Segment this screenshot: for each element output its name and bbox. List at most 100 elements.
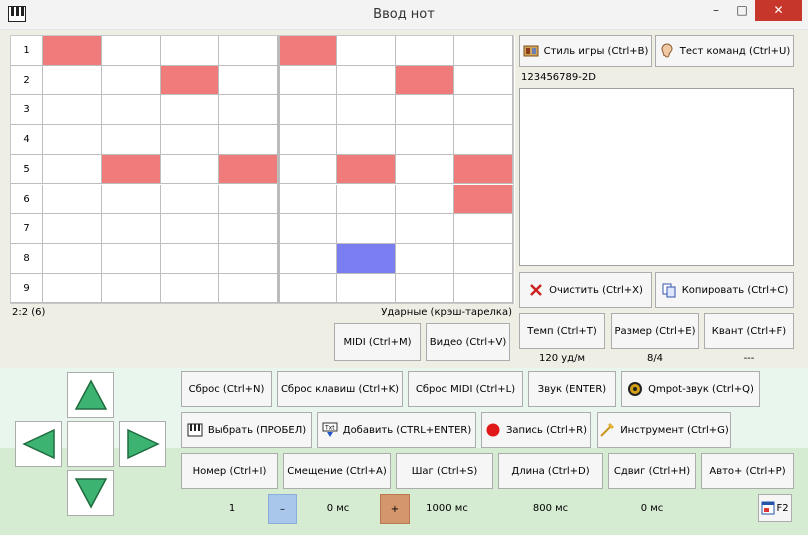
note-cell[interactable]	[160, 65, 220, 96]
grid-cell[interactable]	[160, 273, 220, 304]
right-arrow-button[interactable]	[119, 421, 166, 467]
grid-cell[interactable]	[395, 154, 455, 185]
copy-button[interactable]: Копировать (Ctrl+C)	[655, 272, 794, 308]
record-button[interactable]: Запись (Ctrl+R)	[481, 412, 591, 448]
grid-cell[interactable]	[395, 273, 455, 304]
grid-cell[interactable]	[278, 95, 337, 126]
grid-cell[interactable]	[454, 65, 513, 96]
grid-cell[interactable]	[278, 273, 337, 304]
minimize-button[interactable]: –	[703, 0, 729, 21]
offset-button[interactable]: Смещение (Ctrl+A)	[283, 453, 391, 489]
auto-plus-button[interactable]: Авто+ (Ctrl+P)	[701, 453, 794, 489]
play-style-button[interactable]: Стиль игры (Ctrl+B)	[519, 35, 652, 67]
quant-button[interactable]: Квант (Ctrl+F)	[704, 313, 794, 349]
grid-cell[interactable]	[454, 95, 513, 126]
grid-cell[interactable]	[219, 125, 278, 155]
maximize-button[interactable]: □	[729, 0, 755, 21]
left-arrow-button[interactable]	[15, 421, 62, 467]
grid-cell[interactable]	[336, 95, 396, 126]
note-cell[interactable]	[336, 154, 396, 185]
midi-button[interactable]: MIDI (Ctrl+M)	[334, 323, 421, 361]
note-cell[interactable]	[219, 154, 278, 185]
note-cell[interactable]	[395, 65, 455, 96]
shift-button[interactable]: Сдвиг (Ctrl+H)	[608, 453, 696, 489]
grid-cell[interactable]	[101, 65, 161, 96]
grid-cell[interactable]	[101, 214, 161, 244]
grid-cell[interactable]	[395, 243, 455, 274]
grid-cell[interactable]	[278, 184, 337, 215]
grid-cell[interactable]	[43, 214, 102, 244]
grid-cell[interactable]	[219, 65, 278, 96]
grid-cell[interactable]	[278, 243, 337, 274]
grid-cell[interactable]	[336, 273, 396, 304]
reset-button[interactable]: Сброс (Ctrl+N)	[181, 371, 272, 407]
grid-cell[interactable]	[101, 95, 161, 126]
grid-cell[interactable]	[395, 214, 455, 244]
grid-cell[interactable]	[43, 273, 102, 304]
grid-cell[interactable]	[43, 154, 102, 185]
test-commands-button[interactable]: Тест команд (Ctrl+U)	[655, 35, 794, 67]
reset-midi-button[interactable]: Сброс MIDI (Ctrl+L)	[408, 371, 523, 407]
note-cell[interactable]	[454, 154, 513, 185]
grid-cell[interactable]	[336, 184, 396, 215]
grid-cell[interactable]	[43, 125, 102, 155]
center-pad-button[interactable]	[67, 421, 114, 467]
video-button[interactable]: Видео (Ctrl+V)	[426, 323, 510, 361]
grid-cell[interactable]	[278, 125, 337, 155]
up-arrow-button[interactable]	[67, 372, 114, 418]
f2-button[interactable]: F2	[758, 494, 792, 522]
grid-cell[interactable]	[43, 184, 102, 215]
grid-cell[interactable]	[278, 214, 337, 244]
grid-cell[interactable]	[336, 36, 396, 66]
grid-cell[interactable]	[278, 65, 337, 96]
close-button[interactable]: ✕	[755, 0, 802, 21]
note-cell[interactable]	[101, 154, 161, 185]
sound-button[interactable]: Звук (ENTER)	[528, 371, 616, 407]
grid-cell[interactable]	[336, 214, 396, 244]
commands-textbox[interactable]	[519, 88, 794, 266]
note-cell[interactable]	[278, 36, 337, 66]
step-button[interactable]: Шаг (Ctrl+S)	[396, 453, 493, 489]
grid-cell[interactable]	[395, 36, 455, 66]
grid-cell[interactable]	[160, 214, 220, 244]
grid-cell[interactable]	[336, 65, 396, 96]
grid-cell[interactable]	[219, 214, 278, 244]
grid-cell[interactable]	[160, 36, 220, 66]
grid-cell[interactable]	[101, 184, 161, 215]
grid-cell[interactable]	[160, 154, 220, 185]
note-cell[interactable]	[454, 184, 513, 215]
plus-button[interactable]: +	[380, 494, 410, 524]
instrument-button[interactable]: Инструмент (Ctrl+G)	[597, 412, 731, 448]
grid-cell[interactable]	[101, 243, 161, 274]
select-button[interactable]: Выбрать (ПРОБЕЛ)	[181, 412, 312, 448]
grid-cell[interactable]	[395, 95, 455, 126]
grid-cell[interactable]	[160, 125, 220, 155]
grid-cell[interactable]	[43, 65, 102, 96]
grid-cell[interactable]	[454, 36, 513, 66]
minus-button[interactable]: –	[268, 494, 297, 524]
grid-cell[interactable]	[101, 273, 161, 304]
grid-cell[interactable]	[219, 273, 278, 304]
grid-cell[interactable]	[101, 36, 161, 66]
grid-cell[interactable]	[160, 243, 220, 274]
number-button[interactable]: Номер (Ctrl+I)	[181, 453, 278, 489]
reset-keys-button[interactable]: Сброс клавиш (Ctrl+K)	[277, 371, 403, 407]
grid-cell[interactable]	[101, 125, 161, 155]
grid-cell[interactable]	[160, 95, 220, 126]
grid-cell[interactable]	[219, 243, 278, 274]
qmpot-sound-button[interactable]: Qmpot-звук (Ctrl+Q)	[621, 371, 760, 407]
down-arrow-button[interactable]	[67, 470, 114, 516]
note-grid[interactable]: 123456789	[10, 35, 514, 304]
grid-cell[interactable]	[454, 214, 513, 244]
length-button[interactable]: Длина (Ctrl+D)	[498, 453, 603, 489]
size-button[interactable]: Размер (Ctrl+E)	[611, 313, 699, 349]
grid-cell[interactable]	[454, 125, 513, 155]
grid-cell[interactable]	[395, 184, 455, 215]
grid-cell[interactable]	[219, 95, 278, 126]
tempo-button[interactable]: Темп (Ctrl+T)	[519, 313, 605, 349]
grid-cell[interactable]	[219, 36, 278, 66]
grid-cell[interactable]	[160, 184, 220, 215]
grid-cell[interactable]	[219, 184, 278, 215]
grid-cell[interactable]	[454, 243, 513, 274]
grid-cell[interactable]	[395, 125, 455, 155]
